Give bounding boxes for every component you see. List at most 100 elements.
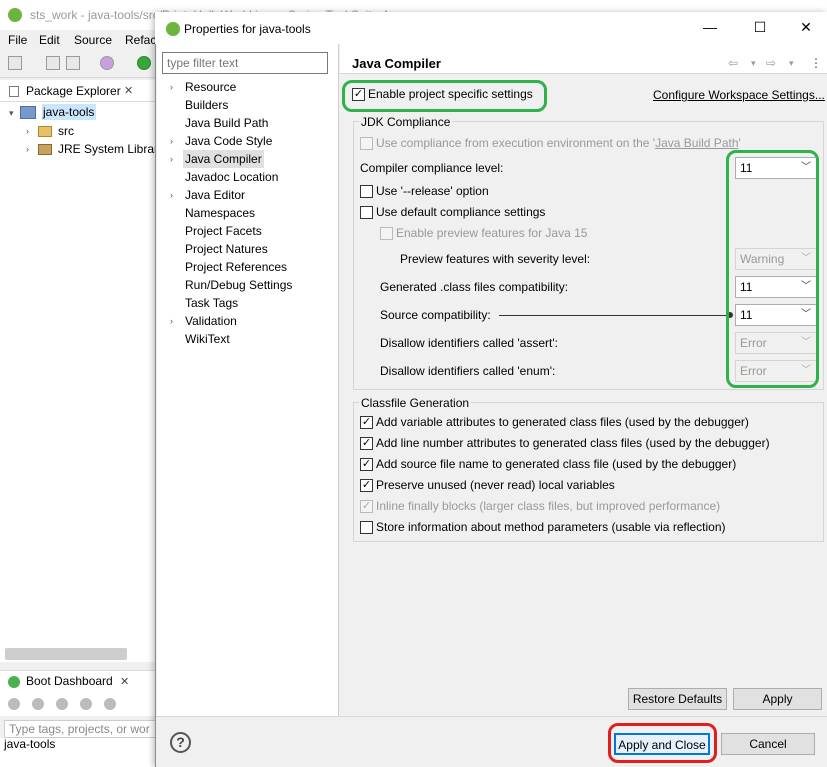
preserve-unused-checkbox[interactable]: ✓ [360,479,373,492]
source-compat-label: Source compatibility: [380,308,491,322]
inline-finally-checkbox[interactable]: ✓ [360,500,373,513]
add-line-number-checkbox[interactable]: ✓ [360,437,373,450]
boot-dashboard-filter[interactable]: Type tags, projects, or wor [4,720,164,738]
open-icon[interactable] [80,698,92,710]
nav-item-java-code-style[interactable]: › Java Code Style [170,132,336,150]
tree-item-java-tools[interactable]: java-tools [43,105,94,119]
maximize-button[interactable]: ☐ [748,16,772,38]
nav-item-project-references[interactable]: Project References [170,258,336,276]
cancel-button[interactable]: Cancel [721,733,815,755]
expand-arrow-icon[interactable]: › [26,144,29,154]
classfile-generation-title: Classfile Generation [359,396,472,410]
apply-button[interactable]: Apply [733,688,822,710]
filter-input[interactable] [162,52,328,74]
power-icon [8,676,20,688]
dialog-title: Properties for java-tools [184,22,311,36]
close-icon[interactable]: ✕ [120,675,129,688]
use-default-compliance-checkbox[interactable] [360,206,373,219]
annotation-green-combos [726,150,819,388]
forward-arrow-icon[interactable]: ⇨ [766,56,776,70]
nav-item-java-build-path[interactable]: Java Build Path [170,114,336,132]
expand-arrow-icon[interactable]: › [170,150,180,168]
menu-source[interactable]: Source [74,33,112,47]
nav-item-java-editor[interactable]: › Java Editor [170,186,336,204]
use-default-compliance-label: Use default compliance settings [376,205,546,219]
store-method-params-checkbox[interactable] [360,521,373,534]
nav-item-builders[interactable]: Builders [170,96,336,114]
enable-preview-label: Enable preview features for Java 15 [396,226,588,240]
compliance-level-label: Compiler compliance level: [360,161,504,175]
disallow-assert-label: Disallow identifiers called 'assert': [380,336,558,350]
horizontal-scrollbar[interactable] [5,648,127,660]
nav-item-project-natures[interactable]: Project Natures [170,240,336,258]
configure-workspace-link[interactable]: Configure Workspace Settings... [653,88,825,102]
nav-item-task-tags[interactable]: Task Tags [170,294,336,312]
nav-item-resource[interactable]: › Resource [170,78,336,96]
debug-icon[interactable] [100,56,114,70]
help-icon[interactable]: ? [170,732,191,753]
nav-item-run-debug-settings[interactable]: Run/Debug Settings [170,276,336,294]
add-variable-attributes-label: Add variable attributes to generated cla… [376,415,749,429]
nav-item-javadoc-location[interactable]: Javadoc Location [170,168,336,186]
expand-arrow-icon[interactable]: › [170,132,180,150]
run-icon[interactable] [137,56,151,70]
package-folder-icon [38,126,52,137]
add-variable-attributes-checkbox[interactable]: ✓ [360,416,373,429]
spring-logo-icon [8,8,22,22]
menu-file[interactable]: File [8,33,27,47]
refresh-icon[interactable] [8,698,20,710]
status-text: java-tools [4,737,56,751]
use-build-path-label: Use compliance from execution environmen… [376,136,741,150]
add-line-number-label: Add line number attributes to generated … [376,436,770,450]
tree-item-jre-library[interactable]: JRE System Library [58,142,164,156]
nav-item-wikitext[interactable]: WikiText [170,330,336,348]
nav-item-java-compiler[interactable]: › Java Compiler [170,150,336,168]
nav-item-validation[interactable]: › Validation [170,312,336,330]
close-icon[interactable]: ✕ [124,84,133,97]
expand-arrow-icon[interactable]: › [170,78,180,96]
back-arrow-icon[interactable]: ⇦ [728,56,738,70]
java-build-path-link[interactable]: Java Build Path [655,136,738,150]
preserve-unused-label: Preserve unused (never read) local varia… [376,478,615,492]
start-icon[interactable] [32,698,44,710]
back-dropdown-icon[interactable]: ▾ [751,58,756,69]
restore-defaults-button[interactable]: Restore Defaults [628,688,727,710]
enable-preview-checkbox[interactable] [380,227,393,240]
annotation-red-apply-close [608,723,717,763]
expand-arrow-icon[interactable]: › [26,126,29,136]
debug-icon[interactable] [104,698,116,710]
menu-edit[interactable]: Edit [39,33,60,47]
save-icon[interactable] [46,56,60,70]
stop-icon[interactable] [56,698,68,710]
collapse-arrow-icon[interactable]: ▾ [9,108,14,119]
close-button[interactable]: ✕ [794,16,818,38]
inline-finally-label: Inline finally blocks (larger class file… [376,499,721,513]
disallow-enum-label: Disallow identifiers called 'enum': [380,364,556,378]
annotation-green-enable [342,80,547,112]
generated-class-label: Generated .class files compatibility: [380,280,569,294]
add-source-file-label: Add source file name to generated class … [376,457,737,471]
expand-arrow-icon[interactable]: › [170,312,180,330]
expand-arrow-icon[interactable]: › [170,186,180,204]
new-icon[interactable] [8,56,22,70]
page-title: Java Compiler [352,56,441,71]
use-release-checkbox[interactable] [360,185,373,198]
library-icon [38,144,52,155]
package-explorer-label: Package Explorer [26,84,121,98]
view-menu-icon[interactable]: ⋮ [810,56,822,70]
package-explorer-icon [9,86,19,97]
project-icon [20,106,36,119]
boot-dashboard-label: Boot Dashboard [26,674,113,688]
add-source-file-checkbox[interactable]: ✓ [360,458,373,471]
nav-item-project-facets[interactable]: Project Facets [170,222,336,240]
annotation-arrow-line [499,315,731,316]
store-method-params-label: Store information about method parameter… [376,520,726,534]
package-explorer-tree [0,102,160,662]
tree-item-src[interactable]: src [58,124,74,138]
use-build-path-checkbox[interactable] [360,137,373,150]
menu-refactor[interactable]: Refac [125,33,156,47]
nav-item-namespaces[interactable]: Namespaces [170,204,336,222]
save-all-icon[interactable] [66,56,80,70]
minimize-button[interactable]: — [698,16,722,38]
forward-dropdown-icon[interactable]: ▾ [789,58,794,69]
